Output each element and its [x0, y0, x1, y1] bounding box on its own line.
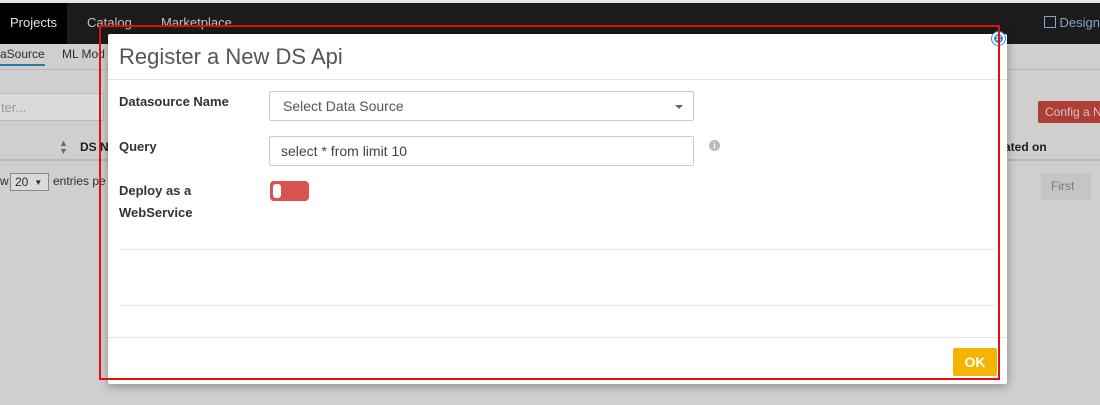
divider [119, 305, 996, 306]
datasource-label: Datasource Name [119, 94, 229, 109]
divider [119, 249, 996, 250]
toggle-knob [273, 184, 281, 198]
modal-header: Register a New DS Api [108, 34, 1007, 80]
info-icon[interactable]: i [709, 140, 720, 151]
query-input[interactable]: select * from limit 10 [269, 136, 694, 166]
modal-title: Register a New DS Api [119, 44, 343, 69]
ok-button[interactable]: OK [953, 348, 997, 376]
deploy-label-line2: WebService [119, 205, 193, 220]
modal-footer [108, 337, 1007, 338]
deploy-label-line1: Deploy as a [119, 183, 192, 198]
caret-down-icon [675, 105, 683, 109]
deploy-webservice-toggle[interactable] [270, 181, 309, 201]
datasource-placeholder: Select Data Source [283, 98, 404, 114]
register-ds-api-modal: Register a New DS Api Datasource Name Se… [108, 34, 1007, 384]
close-icon[interactable]: ✕ [992, 32, 1005, 45]
query-label: Query [119, 139, 157, 154]
datasource-select[interactable]: Select Data Source [269, 91, 694, 121]
